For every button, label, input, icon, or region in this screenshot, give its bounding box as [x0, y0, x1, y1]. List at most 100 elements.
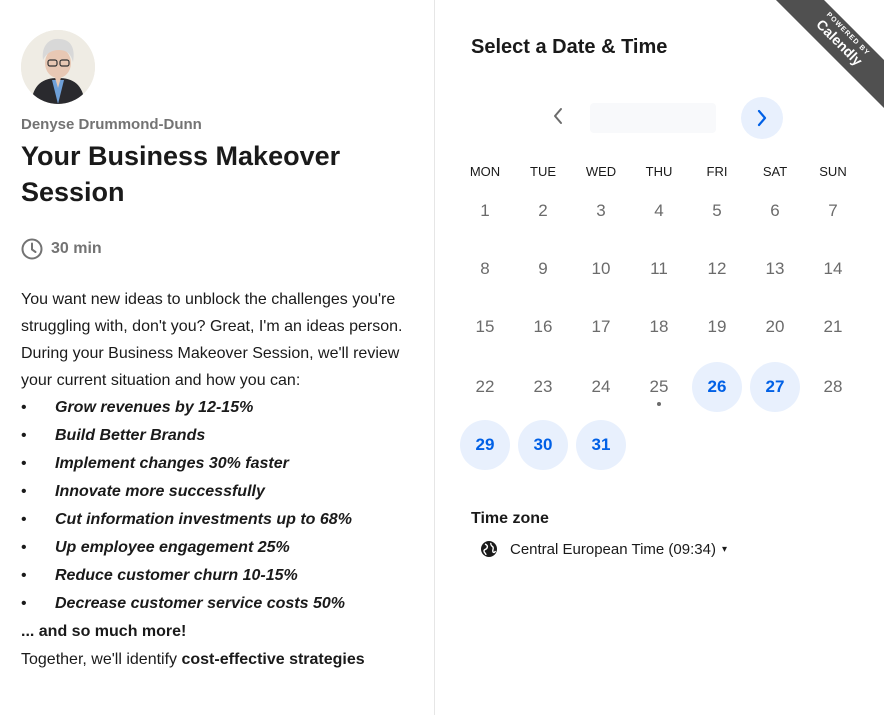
day-number: 13 [765, 259, 785, 278]
powered-by-calendly-badge[interactable]: POWERED BY Calendly [768, 0, 884, 114]
calendar-day-12: 12 [692, 244, 742, 294]
closing-text: Together, we'll identify [21, 651, 182, 668]
calendar-day-2: 2 [518, 186, 568, 236]
calendar-day-25: 25 [634, 362, 684, 412]
day-number: 2 [538, 201, 548, 220]
benefit-text: Implement changes 30% faster [55, 455, 289, 472]
bullet-glyph: • [21, 595, 27, 612]
calendar-day-15: 15 [460, 302, 510, 352]
day-number: 1 [480, 201, 490, 220]
day-number: 30 [533, 435, 553, 454]
calendar-day-4: 4 [634, 186, 684, 236]
caret-down-icon: ▾ [721, 543, 727, 555]
weekday-thu: THU [645, 164, 673, 179]
calendar-day-1: 1 [460, 186, 510, 236]
bullet-glyph: • [21, 399, 27, 416]
host-avatar [21, 30, 95, 104]
day-number: 11 [650, 259, 668, 278]
weekday-wed: WED [585, 164, 617, 179]
list-item: • Cut information investments up to 68% [21, 506, 426, 534]
list-item: • Reduce customer churn 10-15% [21, 562, 426, 590]
weekday-sat: SAT [762, 164, 788, 179]
list-item: • Implement changes 30% faster [21, 450, 426, 478]
weekday-sun: SUN [819, 164, 847, 179]
calendar-day-18: 18 [634, 302, 684, 352]
event-details-panel: Denyse Drummond-Dunn Your Business Makeo… [0, 0, 435, 715]
calendar-day-7: 7 [808, 186, 858, 236]
day-number: 9 [538, 259, 548, 278]
bullet-glyph: • [21, 511, 27, 528]
calendar-day-3: 3 [576, 186, 626, 236]
duration-label: 30 min [51, 240, 102, 257]
today-indicator [657, 402, 661, 406]
calendar-day-14: 14 [808, 244, 858, 294]
day-number: 8 [480, 259, 490, 278]
closing-emphasis: cost-effective strategies [181, 651, 365, 668]
day-number: 17 [591, 317, 611, 336]
calendar-day-30[interactable]: 30 [518, 420, 568, 470]
previous-month-button[interactable] [540, 96, 576, 136]
benefit-text: Innovate more successfully [55, 483, 265, 500]
calendar-day-24: 24 [576, 362, 626, 412]
day-number: 16 [533, 317, 553, 336]
description-closing: Together, we'll identify cost-effective … [21, 646, 426, 674]
day-number: 19 [707, 317, 727, 336]
day-number: 31 [591, 435, 611, 454]
benefit-text: Grow revenues by 12-15% [55, 399, 254, 416]
description-intro-1: You want new ideas to unblock the challe… [21, 291, 403, 335]
calendar-day-10: 10 [576, 244, 626, 294]
globe-icon [480, 540, 498, 558]
day-number: 23 [533, 377, 553, 396]
bullet-glyph: • [21, 483, 27, 500]
host-name: Denyse Drummond-Dunn [21, 116, 202, 133]
calendar-day-29[interactable]: 29 [460, 420, 510, 470]
description-more: ... and so much more! [21, 623, 187, 640]
day-number: 22 [475, 377, 495, 396]
day-number: 29 [475, 435, 495, 454]
day-number: 7 [828, 201, 838, 220]
calendar-heading: Select a Date & Time [471, 36, 668, 58]
clock-icon [21, 238, 43, 260]
benefit-text: Decrease customer service costs 50% [55, 595, 345, 612]
calendar-day-21: 21 [808, 302, 858, 352]
bullet-glyph: • [21, 567, 27, 584]
day-number: 4 [654, 201, 664, 220]
chevron-right-icon [757, 109, 767, 127]
calendar-day-8: 8 [460, 244, 510, 294]
weekday-mon: MON [469, 164, 501, 179]
calendar-day-31[interactable]: 31 [576, 420, 626, 470]
day-number: 26 [707, 377, 727, 396]
timezone-label: Time zone [471, 510, 549, 527]
calendar-day-22: 22 [460, 362, 510, 412]
event-description: You want new ideas to unblock the challe… [21, 286, 426, 674]
calendar-day-27[interactable]: 27 [750, 362, 800, 412]
calendar-day-5: 5 [692, 186, 742, 236]
month-label [590, 103, 716, 133]
day-number: 24 [591, 377, 611, 396]
timezone-dropdown[interactable]: Central European Time (09:34) ▾ [480, 540, 727, 558]
day-number: 20 [765, 317, 785, 336]
benefit-text: Reduce customer churn 10-15% [55, 567, 298, 584]
next-month-button[interactable] [741, 97, 783, 139]
bullet-glyph: • [21, 539, 27, 556]
calendar-day-28: 28 [808, 362, 858, 412]
description-intro-2: During your Business Makeover Session, w… [21, 345, 400, 389]
calendar-day-26[interactable]: 26 [692, 362, 742, 412]
day-number: 5 [712, 201, 722, 220]
calendar-day-16: 16 [518, 302, 568, 352]
day-number: 25 [649, 377, 669, 396]
day-number: 15 [475, 317, 495, 336]
weekday-fri: FRI [706, 164, 728, 179]
day-number: 28 [823, 377, 843, 396]
list-item: • Up employee engagement 25% [21, 534, 426, 562]
calendar-day-9: 9 [518, 244, 568, 294]
day-number: 6 [770, 201, 780, 220]
calendar-day-23: 23 [518, 362, 568, 412]
calendar-day-17: 17 [576, 302, 626, 352]
calendar-day-13: 13 [750, 244, 800, 294]
day-number: 27 [765, 377, 785, 396]
day-number: 14 [823, 259, 843, 278]
day-number: 12 [707, 259, 727, 278]
calendar-day-19: 19 [692, 302, 742, 352]
calendar-day-11: 11 [634, 244, 684, 294]
